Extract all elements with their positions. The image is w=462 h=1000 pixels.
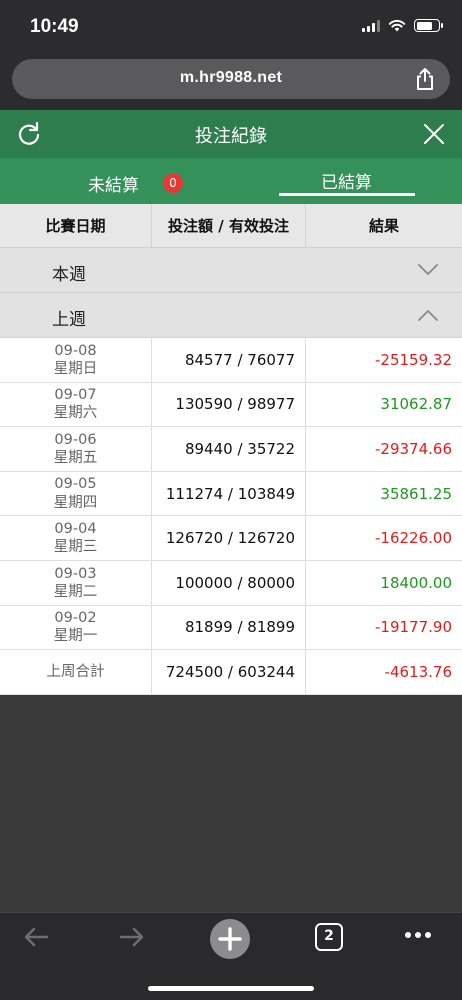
- status-bar: 10:49: [0, 0, 462, 56]
- row-date: 09-05: [54, 476, 97, 493]
- row-amount: 89440 / 35722: [152, 427, 306, 471]
- group-last-week-label: 上週: [52, 310, 86, 330]
- row-result: -16226.00: [375, 529, 452, 548]
- tab-bar: 未結算 0 已結算: [0, 158, 462, 204]
- close-icon[interactable]: [422, 122, 446, 146]
- row-date: 09-07: [54, 387, 97, 404]
- row-weekday: 星期六: [53, 405, 98, 422]
- date-cell: 09-07 星期六: [0, 382, 152, 427]
- table-row: 09-04 星期三 126720 / 126720 -16226.00: [0, 516, 462, 561]
- row-result: 18400.00: [380, 573, 452, 592]
- group-this-week-label: 本週: [52, 265, 86, 285]
- row-weekday: 星期五: [53, 449, 98, 466]
- url-text[interactable]: m.hr9988.net: [12, 69, 450, 87]
- row-date: 09-08: [54, 342, 97, 359]
- unsettled-count-badge: 0: [163, 173, 183, 193]
- row-result: 31062.87: [380, 395, 452, 414]
- row-result: -29374.66: [375, 439, 452, 458]
- total-amount: 724500 / 603244: [152, 650, 306, 695]
- row-result: -25159.32: [375, 350, 452, 369]
- row-date: 09-04: [54, 521, 97, 538]
- home-indicator: [148, 986, 314, 991]
- row-weekday: 星期二: [53, 583, 98, 600]
- active-tab-indicator: [279, 193, 415, 196]
- last-week-table: 09-08 星期日 84577 / 76077 -25159.32 09-07 …: [0, 338, 462, 696]
- more-icon[interactable]: [404, 931, 432, 939]
- back-icon[interactable]: [22, 923, 50, 951]
- status-time: 10:49: [30, 16, 79, 37]
- total-result: -4613.76: [384, 663, 452, 682]
- tab-unsettled[interactable]: 未結算 0: [0, 158, 231, 204]
- row-date: 09-06: [54, 431, 97, 448]
- chevron-up-icon[interactable]: [418, 308, 438, 322]
- row-amount: 111274 / 103849: [152, 471, 306, 516]
- table-header: 比賽日期 投注額 / 有效投注 結果: [0, 204, 462, 248]
- date-cell: 09-04 星期三: [0, 516, 152, 560]
- browser-address-area: m.hr9988.net: [0, 56, 462, 110]
- row-date: 09-03: [54, 565, 97, 582]
- plus-icon: [218, 927, 242, 951]
- page-title: 投注紀錄: [195, 126, 267, 147]
- row-amount: 130590 / 98977: [152, 382, 306, 427]
- column-header-date: 比賽日期: [0, 204, 152, 247]
- group-this-week[interactable]: 本週: [0, 248, 462, 293]
- row-result: 35861.25: [380, 484, 452, 503]
- date-cell: 09-08 星期日: [0, 338, 152, 382]
- table-row: 09-03 星期二 100000 / 80000 18400.00: [0, 560, 462, 606]
- app-header: 投注紀錄: [0, 110, 462, 158]
- date-cell: 09-03 星期二: [0, 560, 152, 605]
- row-result: -19177.90: [375, 618, 452, 637]
- row-weekday: 星期四: [53, 494, 98, 511]
- table-row: 09-06 星期五 89440 / 35722 -29374.66: [0, 427, 462, 472]
- chevron-down-icon[interactable]: [418, 263, 438, 277]
- tab-unsettled-label: 未結算: [88, 176, 139, 196]
- date-cell: 09-06 星期五: [0, 427, 152, 471]
- status-icons: [362, 19, 443, 32]
- tab-switcher-button[interactable]: 2: [315, 923, 343, 951]
- forward-icon[interactable]: [118, 923, 146, 951]
- row-weekday: 星期三: [53, 539, 98, 556]
- row-amount: 100000 / 80000: [152, 560, 306, 605]
- row-weekday: 星期一: [53, 628, 98, 645]
- total-row: 上周合計 724500 / 603244 -4613.76: [0, 650, 462, 696]
- column-header-amount: 投注額 / 有效投注: [152, 204, 306, 247]
- table-row: 09-07 星期六 130590 / 98977 31062.87: [0, 382, 462, 428]
- address-bar[interactable]: m.hr9988.net: [12, 59, 450, 99]
- new-tab-button[interactable]: [210, 919, 250, 959]
- tab-settled-label: 已結算: [321, 173, 372, 193]
- row-amount: 126720 / 126720: [152, 516, 306, 560]
- table-row: 09-05 星期四 111274 / 103849 35861.25: [0, 471, 462, 517]
- row-weekday: 星期日: [53, 360, 98, 377]
- table-row: 09-02 星期一 81899 / 81899 -19177.90: [0, 605, 462, 651]
- signal-icon: [362, 19, 380, 32]
- row-amount: 81899 / 81899: [152, 605, 306, 650]
- column-header-result: 結果: [368, 217, 399, 235]
- browser-toolbar: 2: [0, 912, 462, 1000]
- share-icon[interactable]: [414, 67, 436, 91]
- table-row: 09-08 星期日 84577 / 76077 -25159.32: [0, 338, 462, 383]
- row-amount: 84577 / 76077: [152, 338, 306, 382]
- wifi-icon: [388, 19, 406, 32]
- total-label: 上周合計: [0, 650, 152, 695]
- battery-icon: [414, 19, 443, 32]
- date-cell: 09-02 星期一: [0, 605, 152, 650]
- tab-settled[interactable]: 已結算: [231, 158, 462, 204]
- date-cell: 09-05 星期四: [0, 471, 152, 516]
- row-date: 09-02: [54, 610, 97, 627]
- group-last-week[interactable]: 上週: [0, 293, 462, 338]
